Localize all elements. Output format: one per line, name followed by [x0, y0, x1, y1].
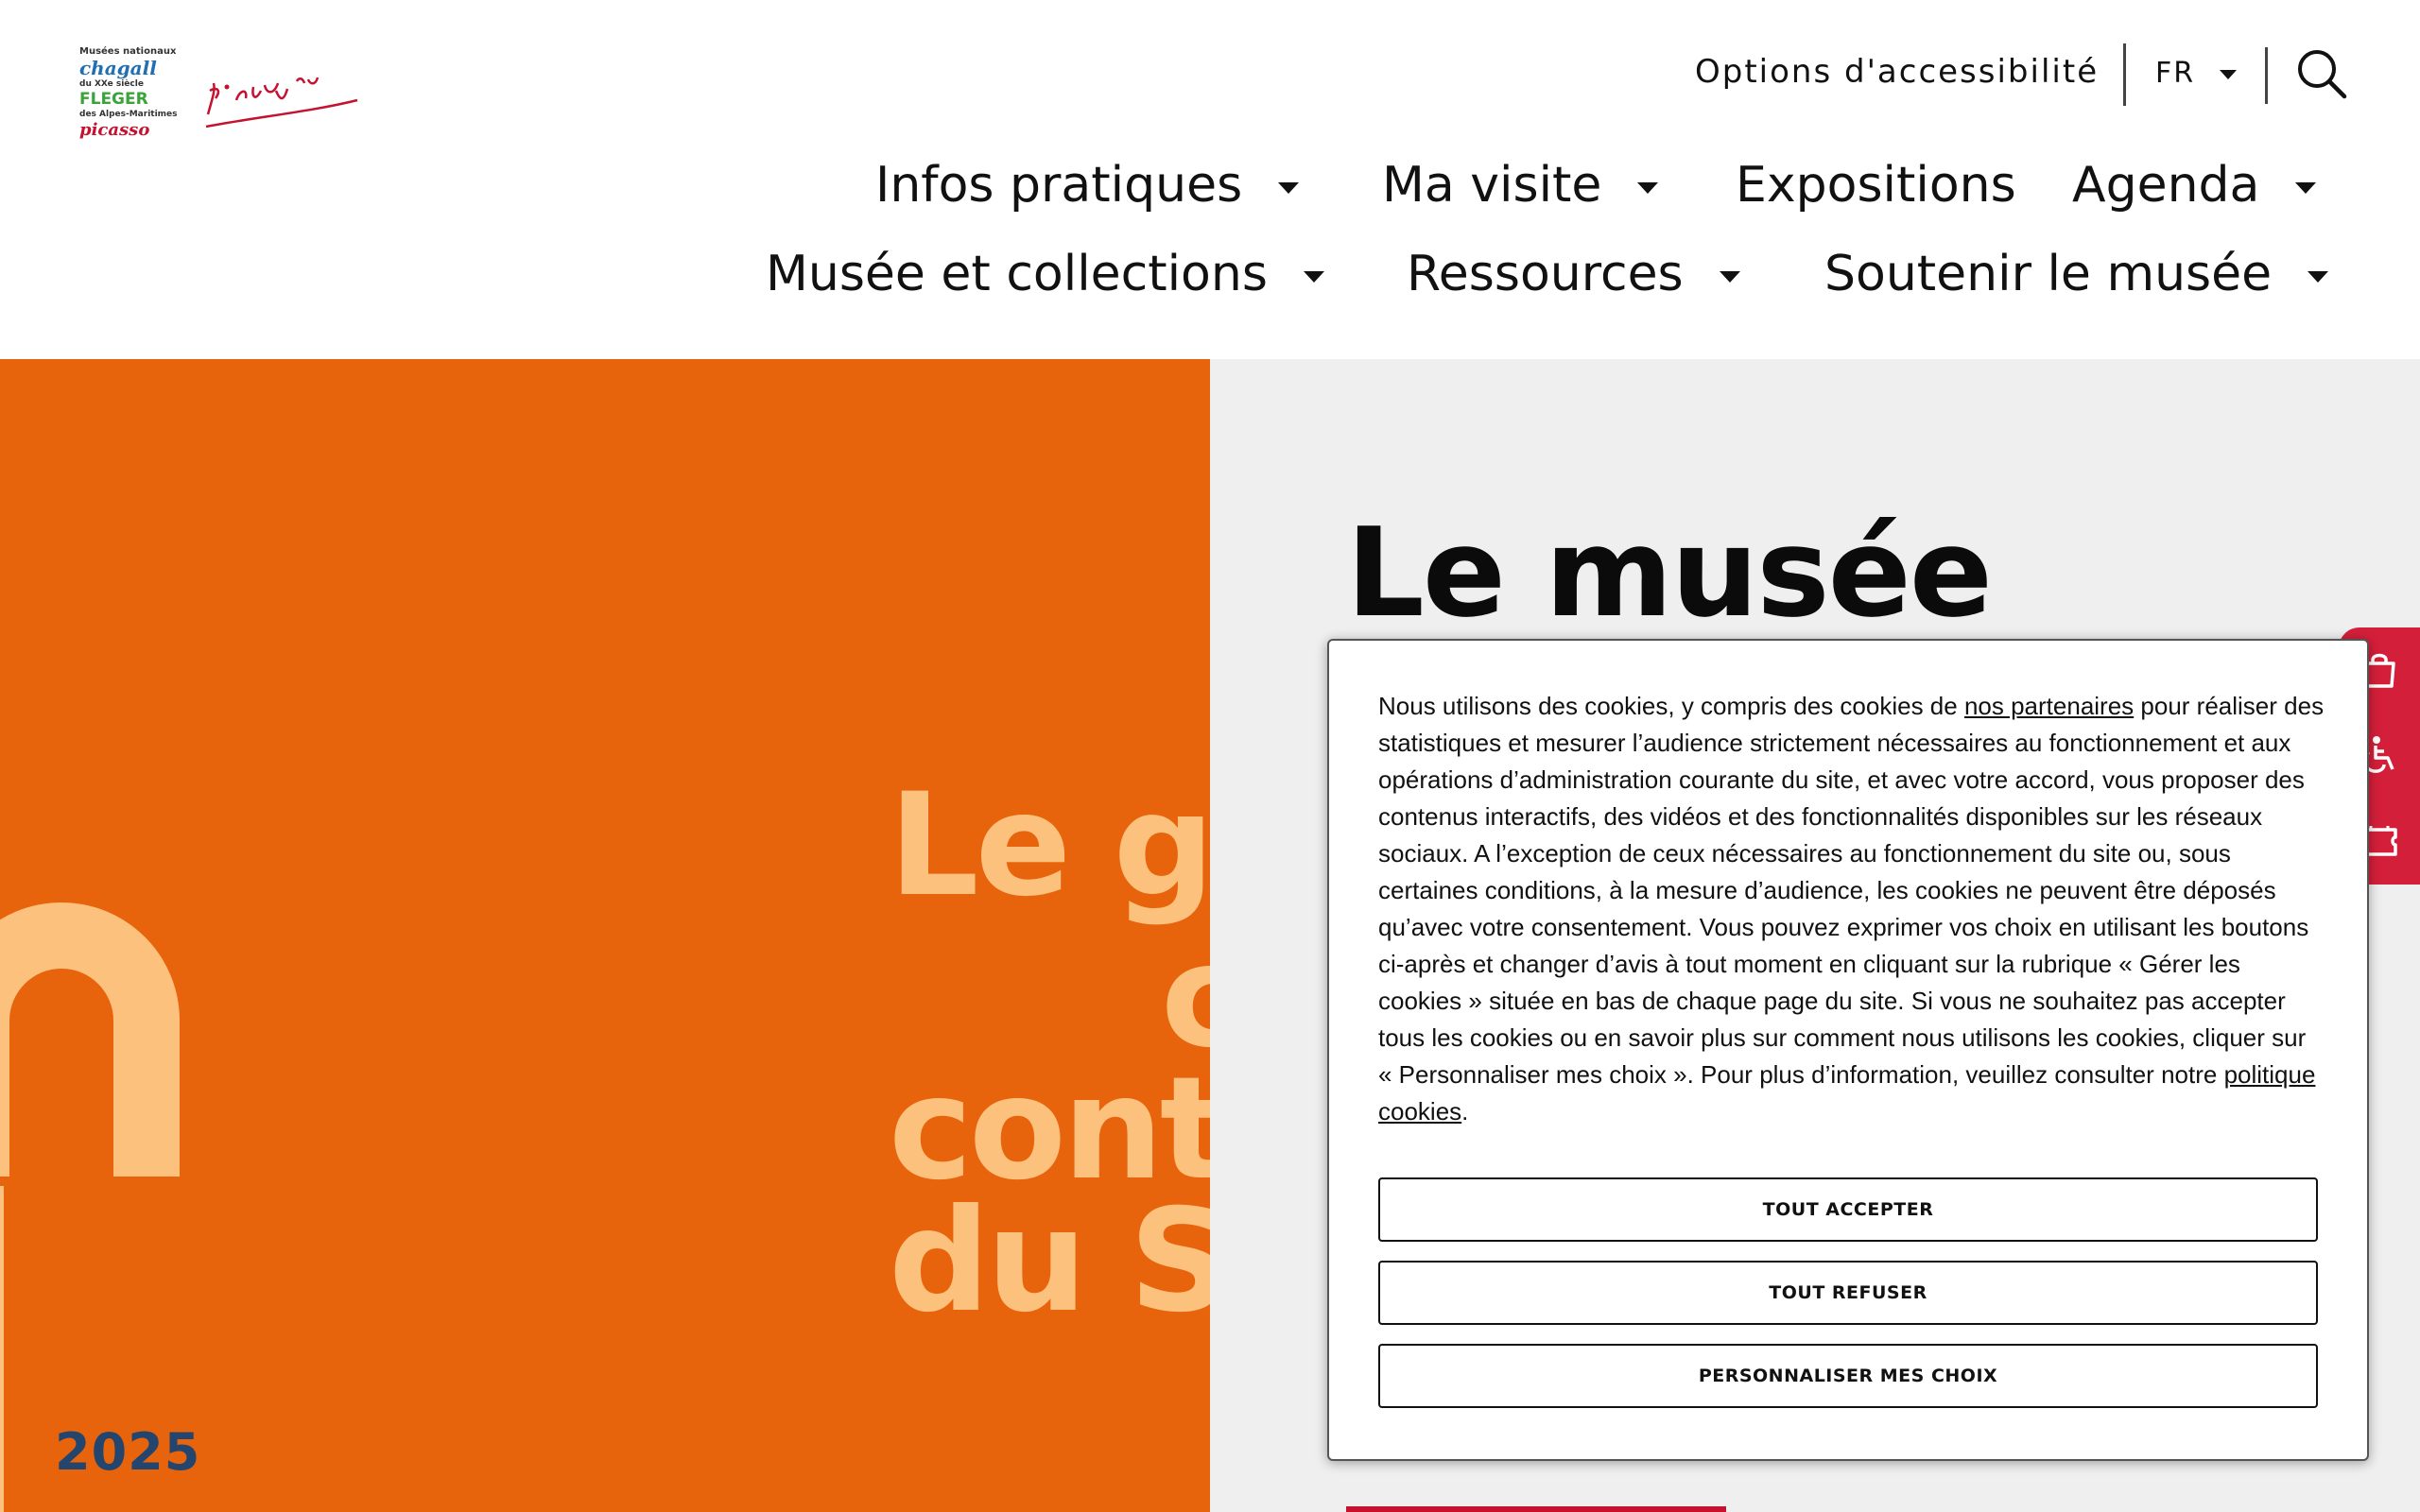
nav-ressources[interactable]: Ressources — [1407, 246, 1740, 302]
poster-year: 2025 — [55, 1422, 201, 1482]
nav-ma-visite[interactable]: Ma visite — [1382, 157, 1659, 214]
refuse-all-button[interactable]: TOUT REFUSER — [1378, 1261, 2318, 1325]
chevron-down-icon — [2220, 69, 2238, 79]
chevron-down-icon — [1303, 271, 1324, 283]
site-header: Musées nationaux chagall du XXe siècle F… — [0, 0, 2420, 359]
nav-label: Expositions — [1736, 157, 2016, 214]
museums-logo[interactable]: Musées nationaux chagall du XXe siècle F… — [79, 47, 193, 170]
accept-all-button[interactable]: TOUT ACCEPTER — [1378, 1177, 2318, 1242]
nav-label: Ressources — [1407, 246, 1684, 302]
language-selector[interactable]: FR — [2155, 57, 2238, 90]
nav-label: Infos pratiques — [875, 157, 1243, 214]
cookie-consent-dialog: Nous utilisons des cookies, y compris de… — [1327, 639, 2369, 1461]
nav-agenda[interactable]: Agenda — [2072, 157, 2317, 214]
accent-bar — [1346, 1506, 1726, 1512]
poster-letter-shape — [0, 902, 180, 1177]
nav-label: Musée et collections — [766, 246, 1268, 302]
cookie-message: Nous utilisons des cookies, y compris de… — [1378, 688, 2325, 1130]
poster-bar-shape — [0, 1186, 4, 1512]
nav-musee-et-collections[interactable]: Musée et collections — [766, 246, 1324, 302]
divider — [2123, 43, 2126, 106]
logo-line: FLEGER — [79, 90, 148, 109]
logo-line: des Alpes-Maritimes — [79, 110, 178, 119]
cookie-text: . — [1461, 1097, 1469, 1125]
chevron-down-icon — [1637, 182, 1659, 194]
nav-label: Agenda — [2072, 157, 2260, 214]
nav-infos-pratiques[interactable]: Infos pratiques — [875, 157, 1300, 214]
nav-soutenir-le-musee[interactable]: Soutenir le musée — [1824, 246, 2329, 302]
nav-label: Soutenir le musée — [1824, 246, 2273, 302]
page-title: Le musée — [1346, 501, 1993, 644]
accessibility-options-link[interactable]: Options d'accessibilité — [1695, 53, 2099, 91]
picasso-signature-logo[interactable] — [199, 62, 359, 138]
chevron-down-icon — [1278, 182, 1300, 194]
customize-choices-button[interactable]: PERSONNALISER MES CHOIX — [1378, 1344, 2318, 1408]
logo-line: du XXe siècle — [79, 79, 144, 89]
poster-text-line: du S — [889, 1179, 1210, 1344]
poster-text-line: Le g — [889, 764, 1210, 928]
language-code: FR — [2155, 57, 2196, 90]
hero-poster-image: Le g c cont du S — [0, 359, 1210, 1512]
cookie-text: pour réaliser des statistiques et mesure… — [1378, 692, 2325, 1089]
logo-line: chagall — [79, 57, 157, 79]
cookie-text: Nous utilisons des cookies, y compris de… — [1378, 692, 1964, 720]
chevron-down-icon — [2295, 182, 2317, 194]
partners-link[interactable]: nos partenaires — [1964, 692, 2134, 720]
chevron-down-icon — [1719, 271, 1740, 283]
divider — [2265, 47, 2268, 104]
logo-line: picasso — [79, 120, 150, 140]
nav-expositions[interactable]: Expositions — [1736, 157, 2016, 214]
search-icon[interactable] — [2295, 47, 2348, 100]
chevron-down-icon — [2308, 271, 2329, 283]
nav-label: Ma visite — [1382, 157, 1602, 214]
logo-line: Musées nationaux — [79, 46, 177, 57]
